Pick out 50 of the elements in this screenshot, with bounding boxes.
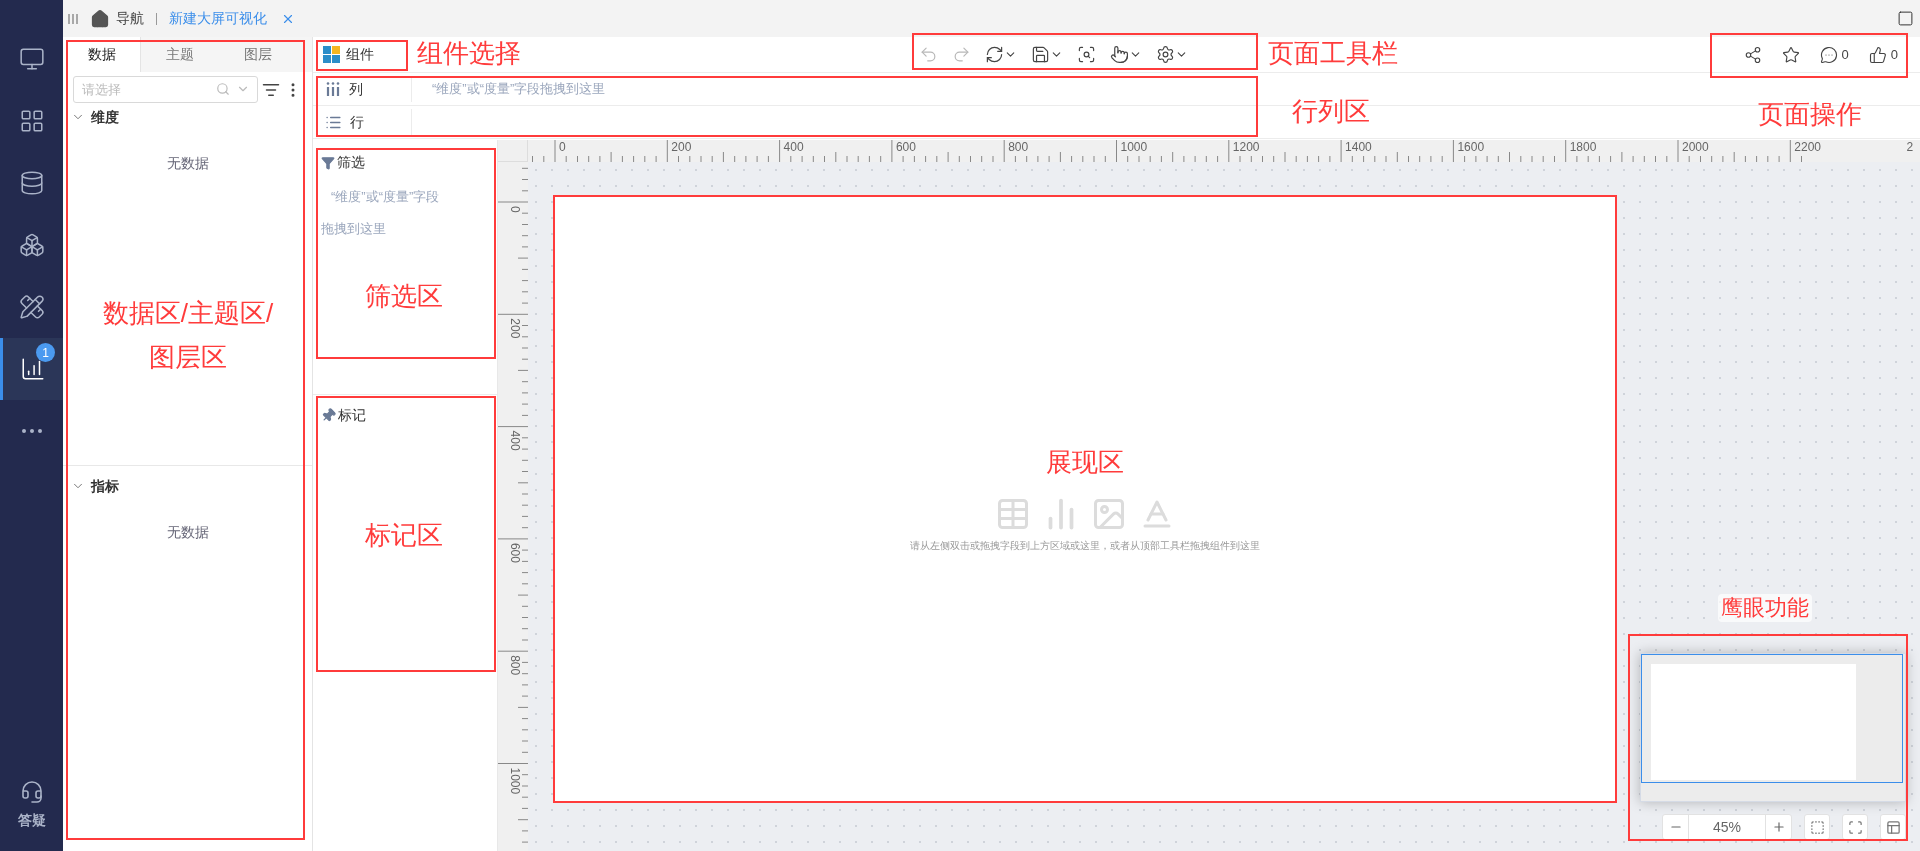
- annotation-label: 数据区/主题区/图层区: [101, 297, 275, 374]
- ruler-label: 200: [671, 140, 692, 154]
- ruler-label: 600: [895, 140, 916, 154]
- drop-hint: “维度”或“度量”字段拖拽到这里: [321, 188, 441, 238]
- shelf-label: 列: [349, 79, 363, 99]
- empty-text: 无数据: [166, 523, 209, 542]
- ruler-label: 800: [508, 655, 522, 676]
- panel-title: 筛选: [337, 153, 365, 172]
- zoom-value: 45%: [1712, 817, 1742, 837]
- shelf-label: 行: [350, 112, 364, 132]
- panel-tab[interactable]: 主题: [141, 37, 219, 72]
- help-button[interactable]: 答疑: [0, 780, 63, 851]
- ruler-label: 2200: [1794, 140, 1821, 154]
- annotation-label: 展现区: [1046, 445, 1124, 478]
- page-action-button[interactable]: 0: [1868, 44, 1898, 65]
- ruler-label: 2: [1906, 140, 1914, 154]
- ruler-label: 1200: [1232, 140, 1260, 154]
- component-button[interactable]: 组件: [323, 44, 374, 65]
- ruler-label: 1000: [1120, 140, 1148, 154]
- ruler-label: 0: [508, 206, 522, 213]
- section-header[interactable]: 维度: [63, 103, 312, 131]
- ruler-label: 200: [508, 318, 522, 339]
- ruler-label: 800: [1008, 140, 1029, 154]
- annotation-label: 鹰眼功能: [1718, 594, 1812, 622]
- ruler-label: 2000: [1682, 140, 1709, 154]
- ruler-label: 400: [508, 430, 522, 451]
- empty-text: 无数据: [166, 154, 209, 173]
- section-header[interactable]: 指标: [63, 472, 312, 500]
- drop-hint: “维度”或“度量”字段拖拽到这里: [432, 80, 606, 99]
- annotation-label: 筛选区: [365, 280, 443, 312]
- annotation-label: 标记区: [365, 519, 443, 551]
- annotation-label: 行列区: [1292, 95, 1370, 127]
- annotation-label: 页面操作: [1758, 98, 1862, 130]
- canvas-hint: 请从左侧双击或拖拽字段到上方区域或这里，或者从顶部工具栏拖拽组件到这里: [910, 538, 1260, 553]
- annotation-label: 页面工具栏: [1268, 37, 1398, 69]
- ruler-label: 400: [783, 140, 804, 154]
- panel-title: 标记: [338, 406, 366, 425]
- ruler-label: 1800: [1569, 140, 1597, 154]
- panel-tab[interactable]: 数据: [63, 37, 141, 72]
- notification-badge: 1: [36, 343, 55, 362]
- panel-tab[interactable]: 图层: [219, 37, 297, 72]
- search-field[interactable]: 请选择: [73, 76, 258, 103]
- page-action-button[interactable]: 0: [1819, 44, 1849, 65]
- ruler-label: 0: [559, 140, 566, 154]
- ruler-label: 1000: [508, 767, 522, 795]
- ruler-label: 600: [508, 542, 522, 563]
- ruler-label: 1600: [1457, 140, 1485, 154]
- ruler-label: 1400: [1345, 140, 1372, 154]
- page-tab[interactable]: 导航: [90, 8, 144, 29]
- annotation-label: 组件选择: [417, 37, 521, 69]
